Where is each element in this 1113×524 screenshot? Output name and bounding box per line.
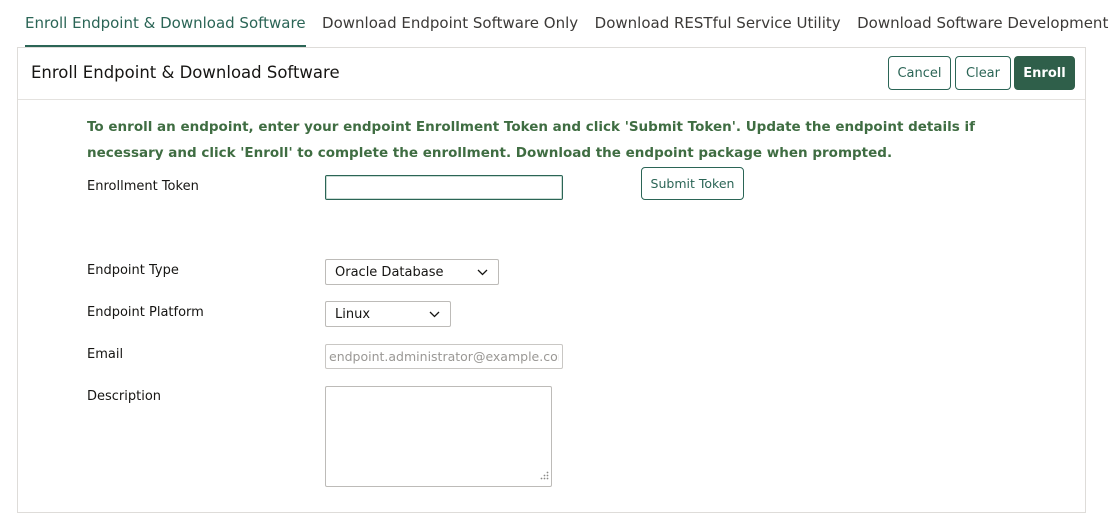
- resize-handle-icon[interactable]: [540, 465, 549, 484]
- tab-download-endpoint-software-only[interactable]: Download Endpoint Software Only: [322, 0, 578, 47]
- tab-download-software-development-kit[interactable]: Download Software Development Kit: [857, 0, 1113, 47]
- email-label: Email: [87, 347, 124, 362]
- description-label: Description: [87, 389, 162, 404]
- tab-bar: Enroll Endpoint & Download Software Down…: [25, 0, 1113, 47]
- panel-title: Enroll Endpoint & Download Software: [31, 63, 340, 82]
- endpoint-type-label: Endpoint Type: [87, 263, 179, 278]
- instructions-text: To enroll an endpoint, enter your endpoi…: [87, 119, 975, 161]
- tab-download-restful-service-utility[interactable]: Download RESTful Service Utility: [595, 0, 841, 47]
- clear-button[interactable]: Clear: [955, 56, 1011, 90]
- endpoint-type-select[interactable]: Oracle Database: [325, 259, 499, 285]
- endpoint-platform-value: Linux: [335, 306, 371, 322]
- enrollment-token-input[interactable]: [325, 175, 563, 200]
- submit-token-button[interactable]: Submit Token: [641, 167, 744, 200]
- endpoint-platform-select[interactable]: Linux: [325, 301, 451, 327]
- enroll-panel: Enroll Endpoint & Download Software Canc…: [17, 47, 1086, 513]
- chevron-down-icon: [477, 269, 488, 276]
- cancel-button[interactable]: Cancel: [888, 56, 951, 90]
- enrollment-token-label: Enrollment Token: [87, 179, 199, 194]
- endpoint-type-value: Oracle Database: [335, 264, 444, 280]
- chevron-down-icon: [429, 311, 440, 318]
- enroll-button[interactable]: Enroll: [1014, 56, 1075, 90]
- tab-enroll-endpoint-download-software[interactable]: Enroll Endpoint & Download Software: [25, 0, 306, 47]
- description-textarea[interactable]: [325, 386, 552, 487]
- panel-header: Enroll Endpoint & Download Software Canc…: [18, 48, 1085, 100]
- email-input[interactable]: [325, 344, 563, 369]
- endpoint-platform-label: Endpoint Platform: [87, 305, 204, 320]
